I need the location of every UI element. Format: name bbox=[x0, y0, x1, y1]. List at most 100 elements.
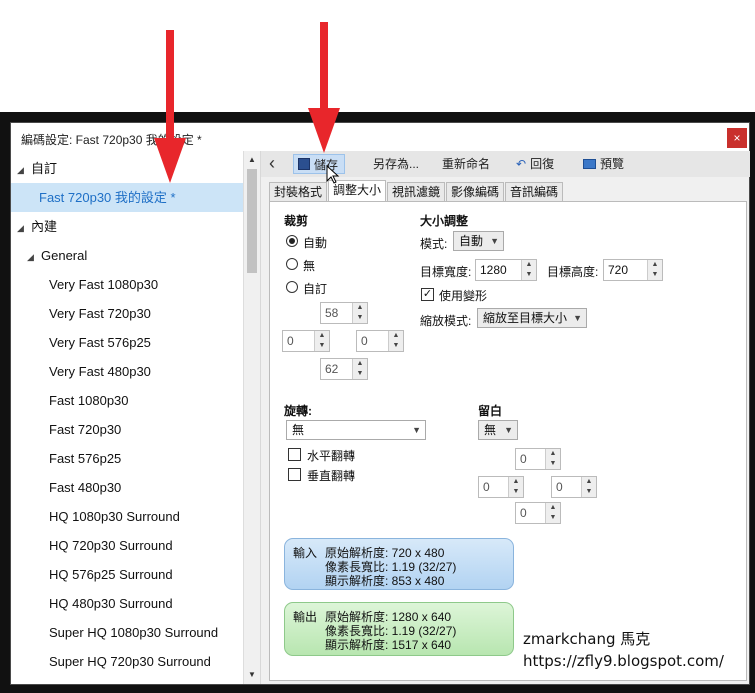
expand-triangle-icon[interactable]: ◢ bbox=[27, 243, 39, 272]
tree-item[interactable]: Fast 720p30 我的設定 * bbox=[11, 183, 243, 212]
revert-button[interactable]: ↶ 回復 bbox=[516, 154, 554, 174]
anamorphic-checkbox[interactable]: ✓ bbox=[421, 288, 434, 301]
watermark-author: zmarkchang 馬克 bbox=[523, 630, 651, 648]
tree-item[interactable]: Very Fast 480p30 bbox=[11, 357, 243, 386]
anamorphic-label: 使用變形 bbox=[439, 289, 488, 303]
preview-icon bbox=[583, 159, 596, 169]
tree-item[interactable]: Fast 1080p30 bbox=[11, 386, 243, 415]
sidebar-scrollbar[interactable]: ▲ ▼ bbox=[243, 151, 260, 684]
expand-triangle-icon[interactable]: ◢ bbox=[17, 214, 29, 243]
settings-panel: ‹ 儲存 另存為... 重新命名 ↶ 回復 預覽 封裝格式 調整大小 視訊濾鏡 影… bbox=[260, 151, 750, 684]
width-label: 目標寬度: bbox=[420, 265, 472, 279]
padding-left-stepper[interactable]: 0 ▲ ▼ bbox=[478, 476, 524, 498]
output-display-resolution: 顯示解析度: 1517 x 640 bbox=[325, 638, 452, 652]
tree-item[interactable]: ◢ 內建 bbox=[11, 212, 243, 241]
watermark-url: https://zfly9.blogspot.com/ bbox=[523, 652, 724, 670]
scale-mode-select[interactable]: 縮放至目標大小 ▼ bbox=[477, 308, 587, 328]
width-stepper[interactable]: 1280 ▲ ▼ bbox=[475, 259, 537, 281]
height-label: 目標高度: bbox=[547, 265, 599, 279]
tree-item-label: Fast 576p25 bbox=[49, 451, 122, 466]
tree-item[interactable]: ◢ General bbox=[11, 241, 243, 270]
tree-item-label: Very Fast 720p30 bbox=[49, 306, 151, 321]
chevron-down-icon: ▼ bbox=[412, 425, 421, 435]
scroll-up-icon[interactable]: ▲ bbox=[244, 153, 260, 167]
mouse-cursor-icon bbox=[326, 165, 340, 184]
save-icon bbox=[298, 158, 310, 170]
crop-bottom-stepper[interactable]: 62 ▲ ▼ bbox=[320, 358, 368, 380]
crop-custom-radio[interactable] bbox=[286, 281, 298, 293]
tree-item[interactable]: HQ 576p25 Surround bbox=[11, 560, 243, 589]
output-info-box: 輸出 原始解析度: 1280 x 640 像素長寬比: 1.19 (32/27)… bbox=[284, 602, 514, 656]
close-button[interactable]: × bbox=[727, 128, 747, 148]
tree-item-label: Super HQ 1080p30 Surround bbox=[49, 625, 219, 640]
tab-filters[interactable]: 視訊濾鏡 bbox=[387, 182, 446, 202]
crop-right-stepper[interactable]: 0 ▲ ▼ bbox=[356, 330, 404, 352]
tree-item[interactable]: ◢ 自訂 bbox=[11, 154, 243, 183]
flip-horizontal-checkbox[interactable] bbox=[288, 448, 301, 461]
title-bar: 編碼設定: Fast 720p30 我的設定 * × bbox=[11, 123, 749, 151]
tree-item-label: 內建 bbox=[31, 219, 58, 234]
tree-item-label: 自訂 bbox=[31, 161, 58, 176]
save-as-button[interactable]: 另存為... bbox=[373, 154, 419, 174]
tree-item[interactable]: Super HQ 1080p30 Surround bbox=[11, 618, 243, 647]
tree-item-label: HQ 720p30 Surround bbox=[49, 538, 173, 553]
tree-item-label: Fast 720p30 我的設定 * bbox=[39, 190, 176, 205]
scale-mode-label: 縮放模式: bbox=[420, 314, 472, 328]
tree-item[interactable]: Fast 480p30 bbox=[11, 473, 243, 502]
crop-heading: 裁剪 bbox=[284, 214, 309, 228]
chevron-down-icon: ▼ bbox=[504, 425, 513, 435]
tab-video[interactable]: 影像編碼 bbox=[446, 182, 505, 202]
padding-right-stepper[interactable]: 0 ▲ ▼ bbox=[551, 476, 597, 498]
tree-item[interactable]: HQ 720p30 Surround bbox=[11, 531, 243, 560]
tab-audio[interactable]: 音訊編碼 bbox=[505, 182, 564, 202]
tree-item[interactable]: Fast 576p25 bbox=[11, 444, 243, 473]
tree-item[interactable]: Very Fast 576p25 bbox=[11, 328, 243, 357]
crop-left-stepper[interactable]: 0 ▲ ▼ bbox=[282, 330, 330, 352]
expand-triangle-icon[interactable]: ◢ bbox=[17, 156, 29, 185]
padding-select[interactable]: 無 ▼ bbox=[478, 420, 518, 440]
tree-item[interactable]: Very Fast 1080p30 bbox=[11, 270, 243, 299]
rotate-select[interactable]: 無 ▼ bbox=[286, 420, 426, 440]
rotate-heading: 旋轉: bbox=[284, 404, 312, 418]
tree-item-label: Very Fast 576p25 bbox=[49, 335, 151, 350]
crop-auto-label: 自動 bbox=[303, 236, 328, 250]
tree-item-label: General bbox=[41, 248, 88, 263]
back-button[interactable]: ‹ bbox=[269, 153, 275, 174]
crop-none-radio[interactable] bbox=[286, 258, 298, 270]
tree-item[interactable]: HQ 480p30 Surround bbox=[11, 589, 243, 618]
tree-item[interactable]: Super HQ 720p30 Surround bbox=[11, 647, 243, 676]
mode-select[interactable]: 自動 ▼ bbox=[453, 231, 504, 251]
tree-item-label: Super HQ 720p30 Surround bbox=[49, 654, 211, 669]
output-heading: 輸出 bbox=[293, 610, 318, 624]
flip-horizontal-label: 水平翻轉 bbox=[307, 449, 356, 463]
tree-item-label: Fast 1080p30 bbox=[49, 393, 129, 408]
tree-item-label: Fast 720p30 bbox=[49, 422, 122, 437]
scroll-down-icon[interactable]: ▼ bbox=[244, 668, 260, 682]
padding-top-stepper[interactable]: 0 ▲ ▼ bbox=[515, 448, 561, 470]
tree-item[interactable]: HQ 1080p30 Surround bbox=[11, 502, 243, 531]
height-stepper[interactable]: 720 ▲ ▼ bbox=[603, 259, 663, 281]
tree-item[interactable]: Very Fast 720p30 bbox=[11, 299, 243, 328]
padding-heading: 留白 bbox=[478, 404, 503, 418]
undo-icon: ↶ bbox=[516, 157, 527, 171]
flip-vertical-checkbox[interactable] bbox=[288, 468, 301, 481]
padding-bottom-stepper[interactable]: 0 ▲ ▼ bbox=[515, 502, 561, 524]
preview-button[interactable]: 預覽 bbox=[583, 154, 624, 174]
crop-auto-radio[interactable] bbox=[286, 235, 298, 247]
crop-none-label: 無 bbox=[303, 259, 316, 273]
crop-top-stepper[interactable]: 58 ▲ ▼ bbox=[320, 302, 368, 324]
mode-label: 模式: bbox=[420, 237, 448, 251]
preset-window: 編碼設定: Fast 720p30 我的設定 * × ◢ 自訂 Fast 720p3… bbox=[10, 122, 750, 685]
input-heading: 輸入 bbox=[293, 546, 318, 560]
flip-vertical-label: 垂直翻轉 bbox=[307, 469, 356, 483]
watermark: zmarkchang 馬克 https://zfly9.blogspot.com… bbox=[523, 628, 724, 672]
tree-item-label: Very Fast 480p30 bbox=[49, 364, 151, 379]
tab-container[interactable]: 封裝格式 bbox=[269, 182, 328, 202]
red-arrow-annotation bbox=[154, 30, 186, 183]
resize-heading: 大小調整 bbox=[420, 214, 469, 228]
chevron-down-icon: ▼ bbox=[490, 236, 499, 246]
rename-button[interactable]: 重新命名 bbox=[442, 154, 490, 174]
scroll-thumb[interactable] bbox=[247, 169, 257, 273]
tree-item[interactable]: Fast 720p30 bbox=[11, 415, 243, 444]
tree-item-label: HQ 1080p30 Surround bbox=[49, 509, 180, 524]
